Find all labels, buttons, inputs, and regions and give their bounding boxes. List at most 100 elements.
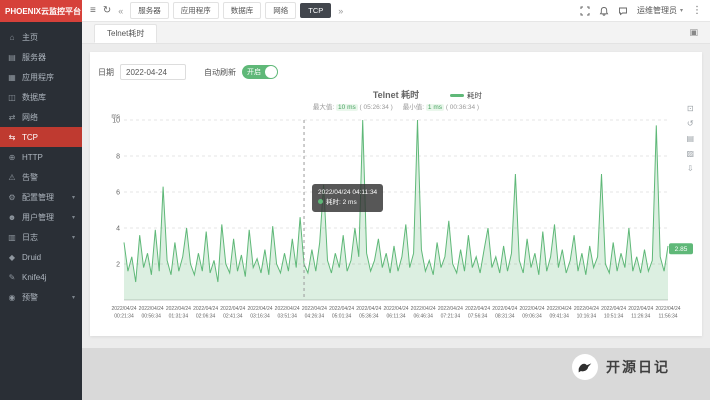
x-tick-date: 2022/04/24 — [655, 306, 680, 312]
x-tick-date: 2022/04/24 — [139, 306, 164, 312]
chart-tooltip: 2022/04/24 04:11:34 耗时: 2 ms — [312, 184, 383, 212]
min-value: 1 ms — [426, 104, 444, 111]
http-icon: ⊕ — [7, 153, 17, 162]
alarm-icon: ⚠ — [7, 173, 17, 182]
auto-refresh-label: 自动刷新 — [204, 67, 236, 78]
toggle-knob — [265, 66, 277, 78]
sidebar-item-label: HTTP — [22, 153, 43, 162]
legend-marker — [450, 94, 464, 97]
sidebar-item-label: 配置管理 — [22, 192, 54, 203]
chart-legend[interactable]: 耗时 — [450, 90, 482, 101]
sidebar-item-druid[interactable]: ◆ Druid — [0, 247, 82, 267]
x-tick-date: 2022/04/24 — [547, 306, 572, 312]
auto-refresh-toggle[interactable]: 开启 — [242, 65, 278, 79]
chevron-down-icon: ▾ — [72, 234, 75, 241]
x-tick-date: 2022/04/24 — [193, 306, 218, 312]
sidebar-item-alarm[interactable]: ⚠ 告警 — [0, 167, 82, 187]
tooltip-value: 2 ms — [343, 199, 357, 206]
tab-database[interactable]: 数据库 — [223, 2, 262, 19]
more-icon[interactable]: ⋮ — [692, 6, 702, 16]
x-tick-date: 2022/04/24 — [383, 306, 408, 312]
sidebar-item-logs[interactable]: ▥日志▾ — [0, 227, 82, 247]
sidebar-item-warning[interactable]: ◉ 预警 ▾ — [0, 287, 82, 307]
watermark-text: 开源日记 — [606, 357, 670, 377]
x-tick-date: 2022/04/24 — [247, 306, 272, 312]
x-tick-date: 2022/04/24 — [329, 306, 354, 312]
toggle-on-label: 开启 — [247, 67, 261, 77]
sidebar-item-config[interactable]: ⚙配置管理▾ — [0, 187, 82, 207]
hamburger-icon[interactable]: ≡ — [90, 6, 96, 16]
sidebar-item-label: 服务器 — [22, 52, 46, 63]
y-tick-label: 2 — [116, 262, 120, 269]
date-input[interactable] — [120, 64, 186, 80]
fullscreen-icon[interactable] — [580, 6, 590, 16]
user-menu[interactable]: 运维管理员 ▾ — [637, 5, 683, 16]
x-tick-date: 2022/04/24 — [438, 306, 463, 312]
chevron-down-icon: ▾ — [72, 194, 75, 201]
tab-server[interactable]: 服务器 — [130, 2, 169, 19]
sidebar-item-label: 告警 — [22, 172, 38, 183]
app-icon: ▦ — [7, 73, 17, 82]
min-time: ( 00:36:34 ) — [446, 104, 479, 111]
sidebar-item-knife4j[interactable]: ✎Knife4j — [0, 267, 82, 287]
chart-controls: 日期 自动刷新 开启 — [98, 60, 694, 84]
x-tick-time: 08:31:34 — [495, 314, 515, 320]
x-tick-time: 11:26:34 — [631, 314, 650, 320]
tab-tcp[interactable]: TCP — [300, 3, 331, 18]
sidebar: PHOENIX云监控平台 ⌂主页 ▤ 服务器 ▦应用程序◫数据库⇄网络⇆TCP ⊕ HTT… — [0, 0, 82, 400]
chart-subtitle: 最大值: 10 ms ( 05:26:34 ) 最小值: 1 ms ( 00:3… — [98, 101, 694, 111]
y-tick-label: 8 — [116, 154, 120, 161]
min-stat: 最小值: 1 ms ( 00:36:34 ) — [403, 101, 479, 111]
chart-title: Telnet 耗时 — [98, 88, 694, 101]
max-label: 最大值: — [313, 104, 334, 111]
chart-card: 日期 自动刷新 开启 Telnet 耗时 最大值: 10 ms ( 05:26:… — [90, 52, 702, 336]
subtab-telnet[interactable]: Telnet耗时 — [94, 24, 157, 43]
tab-scroll-left-icon[interactable]: « — [118, 6, 123, 16]
tcp-icon: ⇆ — [7, 133, 17, 142]
x-tick-date: 2022/04/24 — [111, 306, 136, 312]
chevron-down-icon: ▾ — [72, 214, 75, 221]
message-icon[interactable] — [618, 6, 628, 16]
sidebar-item-database[interactable]: ◫数据库 — [0, 87, 82, 107]
x-tick-time: 10:51:34 — [604, 314, 624, 320]
topbar: ≡ ↻ « 服务器应用程序数据库网络 TCP » 运维管理员 ▾ ⋮ — [82, 0, 710, 22]
sidebar-item-label: Druid — [22, 253, 41, 262]
x-tick-time: 02:06:34 — [196, 314, 216, 320]
home-icon: ⌂ — [7, 33, 17, 42]
app-title: PHOENIX云监控平台 — [5, 6, 81, 17]
x-tick-time: 09:06:34 — [522, 314, 542, 320]
x-tick-time: 00:21:34 — [114, 314, 134, 320]
tab-application[interactable]: 应用程序 — [173, 2, 219, 19]
druid-icon: ◆ — [7, 253, 17, 262]
sidebar-item-network[interactable]: ⇄网络 — [0, 107, 82, 127]
bird-logo-icon — [572, 354, 598, 380]
x-tick-date: 2022/04/24 — [628, 306, 653, 312]
x-tick-date: 2022/04/24 — [492, 306, 517, 312]
chart-area: Telnet 耗时 最大值: 10 ms ( 05:26:34 ) 最小值: 1… — [98, 88, 694, 328]
sidebar-item-home[interactable]: ⌂主页 — [0, 27, 82, 47]
x-tick-time: 03:51:34 — [277, 314, 297, 320]
chevron-down-icon: ▾ — [680, 7, 683, 14]
subtab-bar: Telnet耗时 ▣ — [82, 22, 710, 44]
legend-label: 耗时 — [467, 90, 482, 101]
refresh-icon[interactable]: ↻ — [103, 6, 111, 16]
sidebar-item-label: 预警 — [22, 292, 38, 303]
window-icon[interactable]: ▣ — [689, 27, 698, 38]
chevron-down-icon: ▾ — [72, 294, 75, 301]
x-tick-time: 11:56:34 — [658, 314, 677, 320]
sidebar-item-users[interactable]: ☻用户管理▾ — [0, 207, 82, 227]
tab-network[interactable]: 网络 — [265, 2, 296, 19]
x-tick-time: 06:46:34 — [413, 314, 433, 320]
sidebar-item-tcp[interactable]: ⇆TCP — [0, 127, 82, 147]
tab-scroll-right-icon[interactable]: » — [338, 6, 343, 16]
x-tick-time: 05:36:34 — [359, 314, 379, 320]
sidebar-item-server[interactable]: ▤ 服务器 — [0, 47, 82, 67]
x-tick-time: 07:56:34 — [468, 314, 488, 320]
tooltip-series-label: 耗时: — [326, 199, 341, 206]
sidebar-item-label: Knife4j — [22, 273, 46, 282]
bell-icon[interactable] — [599, 6, 609, 16]
sidebar-item-http[interactable]: ⊕ HTTP — [0, 147, 82, 167]
server-icon: ▤ — [7, 53, 17, 62]
warning-icon: ◉ — [7, 293, 17, 302]
sidebar-item-application[interactable]: ▦应用程序 — [0, 67, 82, 87]
